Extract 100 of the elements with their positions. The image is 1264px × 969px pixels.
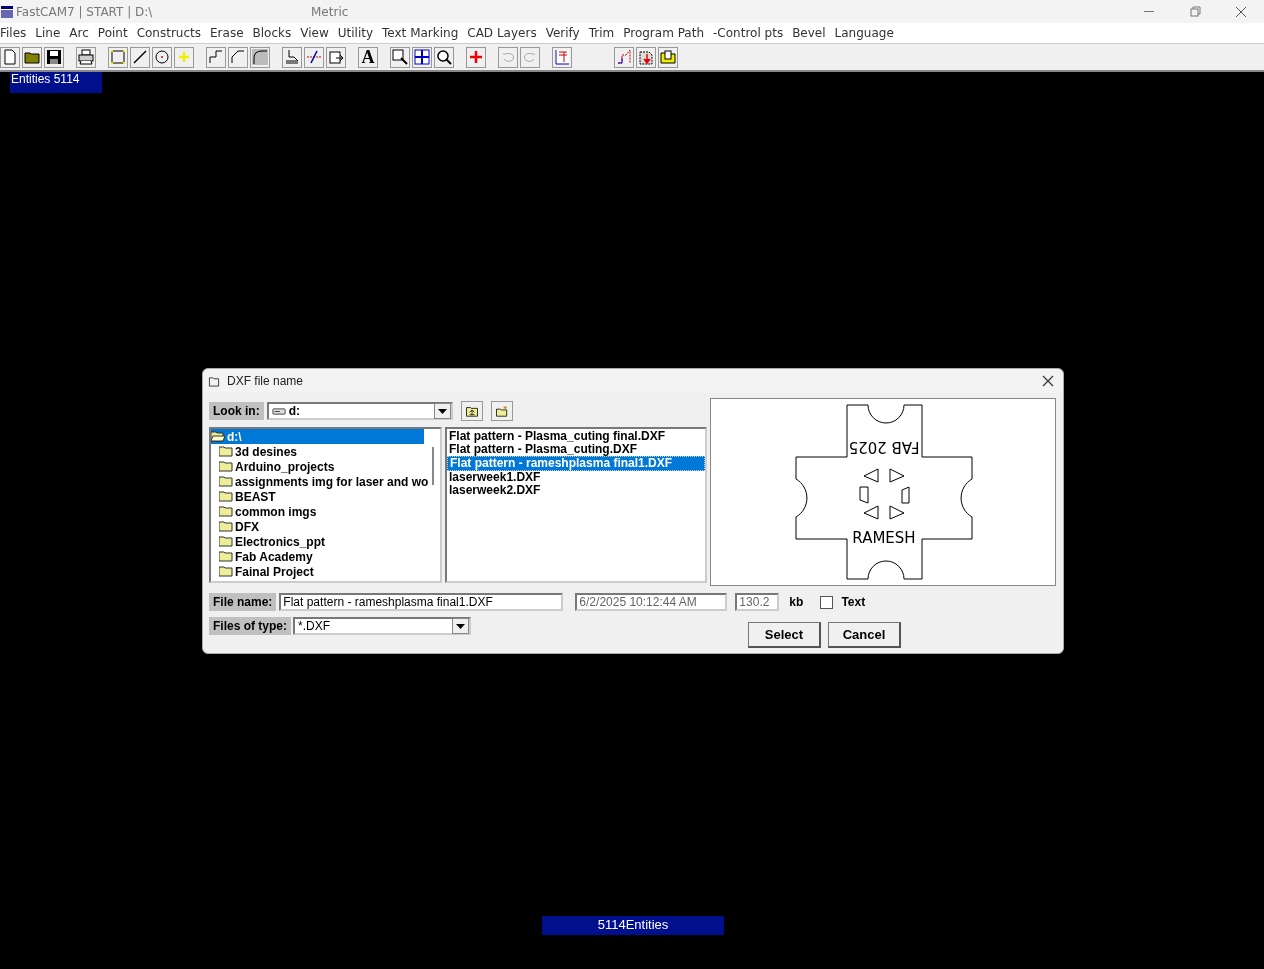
caret-icon bbox=[437, 408, 447, 414]
toolbar-button[interactable] bbox=[130, 46, 150, 68]
dialog-window-icon bbox=[207, 375, 221, 387]
size-unit: kb bbox=[789, 595, 804, 609]
circle-icon bbox=[154, 49, 170, 65]
toolbar-button[interactable] bbox=[44, 46, 64, 68]
units-label: Metric bbox=[311, 4, 350, 19]
menu-item[interactable]: Verify bbox=[545, 26, 587, 40]
select-button[interactable]: Select bbox=[748, 622, 821, 648]
toolbar-button[interactable] bbox=[326, 46, 346, 68]
toolbar-button[interactable] bbox=[658, 46, 678, 68]
folder-icon bbox=[219, 551, 233, 562]
file-item[interactable]: Flat pattern - Plasma_cuting.DXF bbox=[447, 443, 705, 456]
folder-document-icon bbox=[660, 49, 676, 65]
menu-item[interactable]: Arc bbox=[69, 26, 96, 40]
menu-item[interactable]: Bevel bbox=[792, 26, 833, 40]
folder-icon bbox=[219, 506, 233, 517]
line-icon bbox=[132, 49, 148, 65]
folder-item[interactable]: Electronics_ppt bbox=[211, 534, 440, 549]
chamfer-icon bbox=[230, 49, 246, 65]
drive-icon bbox=[271, 405, 286, 417]
menu-item[interactable]: Blocks bbox=[252, 26, 299, 40]
menu-item[interactable]: Line bbox=[35, 26, 68, 40]
line-cross-icon bbox=[306, 49, 322, 65]
close-icon bbox=[1234, 4, 1248, 19]
folder-item[interactable]: 3d desines bbox=[211, 444, 440, 459]
size-field: 130.2 bbox=[735, 593, 780, 611]
rectangle-icon bbox=[110, 49, 126, 65]
printer-icon bbox=[78, 49, 94, 65]
menu-item[interactable]: Point bbox=[97, 26, 135, 40]
look-in-dropdown[interactable]: d: bbox=[266, 402, 453, 420]
up-folder-button[interactable] bbox=[460, 401, 483, 421]
file-name-field[interactable]: Flat pattern - rameshplasma final1.DXF bbox=[279, 593, 564, 611]
text-tool-button[interactable]: A bbox=[358, 46, 378, 68]
folder-icon bbox=[219, 446, 233, 457]
file-item[interactable]: Flat pattern - Plasma_cuting final.DXF bbox=[447, 430, 705, 443]
menu-item[interactable]: Files bbox=[0, 26, 34, 40]
menu-item[interactable]: Erase bbox=[210, 26, 251, 40]
text-checkbox[interactable] bbox=[820, 595, 834, 609]
toolbar-button[interactable] bbox=[152, 46, 172, 68]
folder-item[interactable]: Fainal Project bbox=[211, 564, 440, 579]
file-type-dropdown[interactable]: *.DXF bbox=[293, 617, 471, 635]
menu-item[interactable]: Text Marking bbox=[382, 26, 466, 40]
date-field: 6/2/2025 10:12:44 AM bbox=[575, 593, 728, 611]
part-engraving-text: RAMESH bbox=[852, 529, 916, 547]
folder-icon bbox=[219, 521, 233, 532]
file-item[interactable]: laserweek1.DXF bbox=[447, 471, 705, 484]
toolbar-button[interactable] bbox=[76, 46, 96, 68]
new-folder-icon bbox=[494, 405, 509, 417]
scrollbar[interactable] bbox=[432, 447, 434, 485]
toolbar-button[interactable] bbox=[250, 46, 270, 68]
folder-item[interactable]: assignments img for laser and wo bbox=[211, 474, 440, 489]
folder-item[interactable]: DFX bbox=[211, 519, 440, 534]
menu-item[interactable]: Constructs bbox=[136, 26, 209, 40]
zoom-extents-icon bbox=[414, 49, 430, 65]
point-icon bbox=[176, 49, 192, 65]
zoom-window-icon bbox=[392, 49, 408, 65]
caret-icon bbox=[456, 623, 465, 629]
new-folder-button[interactable] bbox=[490, 401, 513, 421]
folder-icon bbox=[219, 476, 233, 487]
toolbar-button[interactable] bbox=[434, 46, 454, 68]
dialog-title: DXF file name bbox=[227, 374, 305, 388]
field-label: File name: bbox=[209, 593, 277, 611]
folder-item[interactable]: common imgs bbox=[211, 504, 440, 519]
folder-icon bbox=[219, 566, 233, 577]
folder-up-arrow-icon bbox=[464, 405, 479, 417]
menu-item[interactable]: Trim bbox=[588, 26, 622, 40]
menu-item[interactable]: View bbox=[300, 26, 336, 40]
checkbox-label: Text bbox=[841, 595, 866, 609]
file-item[interactable]: laserweek2.DXF bbox=[447, 484, 705, 497]
toolbar-button[interactable] bbox=[412, 46, 432, 68]
entity-count: Entities 5114 bbox=[10, 72, 102, 93]
new-file-icon bbox=[2, 49, 18, 65]
menu-item[interactable]: Utility bbox=[337, 26, 381, 40]
folder-item[interactable]: d:\ bbox=[211, 429, 424, 444]
field-label: Look in: bbox=[209, 402, 264, 420]
export-icon bbox=[638, 49, 654, 65]
restore-icon bbox=[1188, 4, 1202, 19]
plus-icon bbox=[468, 49, 484, 65]
folder-item[interactable]: BEAST bbox=[211, 489, 440, 504]
folder-icon bbox=[219, 491, 233, 502]
window-title: FastCAM7 | START | D:\ bbox=[16, 4, 154, 19]
menu-item[interactable]: -Control pts bbox=[713, 26, 791, 40]
folder-icon bbox=[24, 49, 40, 65]
folder-item[interactable]: Arduino_projects bbox=[211, 459, 440, 474]
close-button[interactable] bbox=[1041, 374, 1055, 388]
menu-item[interactable]: Program Path bbox=[623, 26, 712, 40]
menu-item[interactable]: Language bbox=[834, 26, 901, 40]
file-item[interactable]: Flat pattern - rameshplasma final1.DXF bbox=[447, 456, 705, 471]
toolbar-button[interactable] bbox=[22, 46, 42, 68]
minimize-icon bbox=[1144, 11, 1154, 12]
toolbar-button[interactable] bbox=[614, 46, 634, 68]
toolbar-button[interactable] bbox=[390, 46, 410, 68]
cancel-button[interactable]: Cancel bbox=[828, 622, 901, 648]
close-icon bbox=[1041, 374, 1055, 388]
toolbar-button[interactable] bbox=[304, 46, 324, 68]
menu-item[interactable]: CAD Layers bbox=[467, 26, 544, 40]
fillet-icon bbox=[252, 49, 268, 65]
folder-item[interactable]: Fab Academy bbox=[211, 549, 440, 564]
path-icon bbox=[616, 49, 632, 65]
